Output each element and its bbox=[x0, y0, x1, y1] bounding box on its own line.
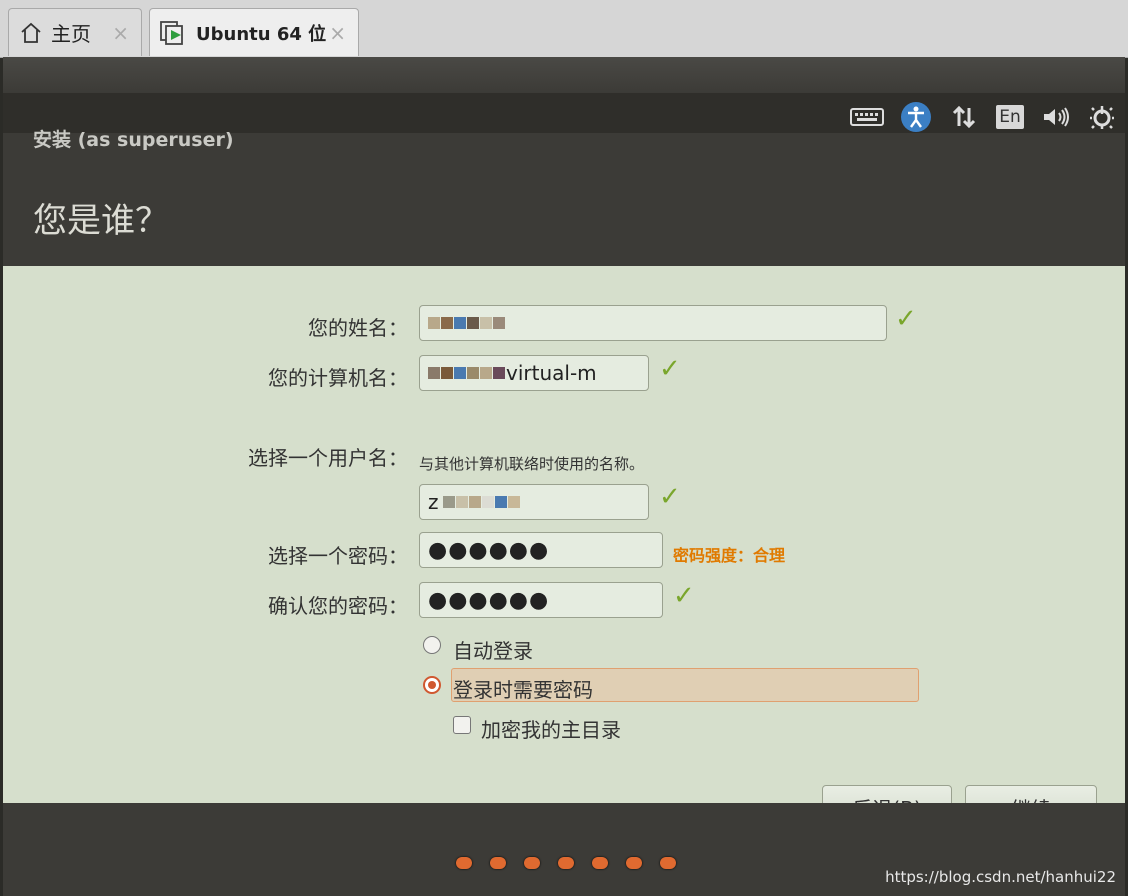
form-area: 您的姓名： ✓ 您的计算机名： virtual-m ✓ 与其他计算机联络时使用的… bbox=[3, 266, 1125, 829]
username-label: 选择一个用户名： bbox=[248, 446, 408, 470]
watermark: https://blog.csdn.net/hanhui22 bbox=[885, 868, 1116, 886]
progress-dot bbox=[592, 857, 608, 869]
redacted-block bbox=[481, 496, 494, 508]
accessibility-icon[interactable] bbox=[899, 101, 933, 133]
computer-name-input[interactable]: virtual-m bbox=[419, 355, 649, 391]
redacted-block bbox=[493, 317, 505, 329]
language-indicator-label: En bbox=[996, 105, 1024, 129]
tab-ubuntu[interactable]: Ubuntu 64 位 × bbox=[149, 8, 359, 56]
installer-title: 安装 (as superuser) bbox=[33, 129, 234, 151]
name-input[interactable] bbox=[419, 305, 887, 341]
confirm-valid-check-icon: ✓ bbox=[673, 581, 695, 611]
language-indicator[interactable]: En bbox=[995, 101, 1025, 133]
name-label: 您的姓名： bbox=[308, 316, 408, 340]
encrypt-home-label[interactable]: 加密我的主目录 bbox=[481, 714, 621, 743]
redacted-block bbox=[454, 317, 466, 329]
home-icon bbox=[21, 22, 41, 43]
redacted-block bbox=[493, 367, 505, 379]
require-password-label[interactable]: 登录时需要密码 bbox=[453, 674, 593, 703]
computer-name-value: virtual-m bbox=[506, 361, 597, 385]
progress-dot bbox=[456, 857, 472, 869]
confirm-password-label: 确认您的密码： bbox=[268, 594, 408, 618]
auto-login-radio[interactable] bbox=[423, 636, 441, 654]
keyboard-icon[interactable] bbox=[849, 101, 885, 133]
window-top-bar bbox=[3, 57, 1125, 93]
network-icon[interactable] bbox=[947, 101, 981, 133]
computer-name-hint: 与其他计算机联络时使用的名称。 bbox=[419, 455, 645, 473]
power-icon[interactable] bbox=[1087, 101, 1117, 133]
redacted-block bbox=[441, 317, 453, 329]
tab-home[interactable]: 主页 × bbox=[8, 8, 142, 56]
page-title: 您是谁？ bbox=[33, 201, 169, 241]
installer-header bbox=[3, 133, 1125, 267]
password-input[interactable]: ●●●●●● bbox=[419, 532, 663, 568]
redacted-block bbox=[494, 496, 507, 508]
redacted-block bbox=[428, 317, 440, 329]
username-input[interactable]: z bbox=[419, 484, 649, 520]
redacted-block bbox=[441, 367, 453, 379]
username-valid-check-icon: ✓ bbox=[659, 482, 681, 512]
confirm-password-input[interactable]: ●●●●●● bbox=[419, 582, 663, 618]
username-value: z bbox=[428, 490, 439, 514]
redacted-block bbox=[428, 367, 440, 379]
progress-dot bbox=[490, 857, 506, 869]
computer-name-label: 您的计算机名： bbox=[268, 366, 408, 390]
tab-home-close-icon[interactable]: × bbox=[112, 21, 129, 45]
computer-valid-check-icon: ✓ bbox=[659, 354, 681, 384]
require-password-radio[interactable] bbox=[423, 676, 441, 694]
auto-login-label[interactable]: 自动登录 bbox=[453, 635, 533, 664]
progress-dot bbox=[524, 857, 540, 869]
tab-ubuntu-close-icon[interactable]: × bbox=[329, 21, 346, 45]
redacted-block bbox=[468, 496, 481, 508]
tab-bar: 主页 × Ubuntu 64 位 × bbox=[0, 0, 1128, 58]
tab-ubuntu-label: Ubuntu 64 位 bbox=[196, 23, 327, 45]
vm-play-icon bbox=[160, 20, 183, 45]
redacted-block bbox=[442, 496, 455, 508]
progress-dot bbox=[626, 857, 642, 869]
vm-screen: En 安装 (as superuser) 您是谁？ 您的姓名： ✓ 您的计算机名… bbox=[3, 57, 1125, 896]
redacted-block bbox=[454, 367, 466, 379]
volume-icon[interactable] bbox=[1039, 101, 1073, 133]
progress-dot bbox=[558, 857, 574, 869]
redacted-block bbox=[480, 317, 492, 329]
redacted-block bbox=[467, 367, 479, 379]
tab-home-label: 主页 bbox=[51, 22, 91, 46]
encrypt-home-checkbox[interactable] bbox=[453, 716, 471, 734]
name-valid-check-icon: ✓ bbox=[895, 304, 917, 334]
progress-dot bbox=[660, 857, 676, 869]
redacted-block bbox=[455, 496, 468, 508]
password-strength: 密码强度：合理 bbox=[673, 546, 786, 565]
redacted-block bbox=[480, 367, 492, 379]
redacted-block bbox=[467, 317, 479, 329]
password-label: 选择一个密码： bbox=[268, 544, 408, 568]
redacted-block bbox=[507, 496, 520, 508]
